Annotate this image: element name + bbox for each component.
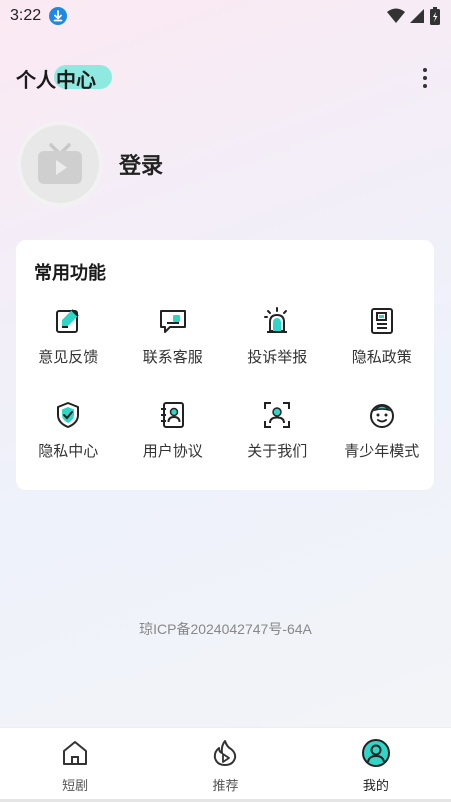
feature-privacy-center[interactable]: 隐私中心 <box>16 394 121 472</box>
feature-label: 用户协议 <box>142 442 203 460</box>
status-time: 3:22 <box>10 7 42 24</box>
page-header: 个人中心 <box>16 58 435 98</box>
feature-label: 投诉举报 <box>247 348 308 366</box>
user-circle-icon <box>361 739 390 767</box>
feature-feedback[interactable]: 意见反馈 <box>16 300 121 378</box>
page-title: 个人中心 <box>16 67 96 92</box>
tab-label: 推荐 <box>212 779 239 794</box>
contact-book-icon <box>160 402 184 428</box>
feature-customer-service[interactable]: 联系客服 <box>121 300 226 378</box>
child-face-icon <box>369 404 394 428</box>
feature-label: 青少年模式 <box>344 442 420 460</box>
battery-icon <box>430 7 440 25</box>
document-icon <box>370 308 393 334</box>
feature-label: 意见反馈 <box>38 348 99 366</box>
feature-privacy-policy[interactable]: 隐私政策 <box>330 300 435 378</box>
tab-label: 短剧 <box>62 779 89 794</box>
feature-about-us[interactable]: 关于我们 <box>225 394 330 472</box>
icp-license: 琼ICP备2024042747号-64A <box>139 621 312 637</box>
card-title: 常用功能 <box>34 263 106 284</box>
common-features-card: 常用功能 意见反馈 联系客服 投诉举报 隐私政策 隐私中心 用户协议 关于我们 … <box>16 240 434 490</box>
wifi-icon <box>387 8 405 23</box>
edit-feedback-icon <box>56 309 79 333</box>
chat-service-icon <box>159 310 186 333</box>
feature-label: 隐私中心 <box>38 442 99 460</box>
face-scan-icon <box>264 402 291 428</box>
feature-label: 联系客服 <box>142 348 203 366</box>
flame-play-icon <box>214 740 237 766</box>
status-bar: 3:22 <box>0 0 451 32</box>
feature-user-agreement[interactable]: 用户协议 <box>121 394 226 472</box>
feature-label: 关于我们 <box>247 442 308 460</box>
bottom-tab-bar: 短剧 推荐 我的 <box>0 727 451 802</box>
status-icons <box>387 7 441 25</box>
tv-play-icon <box>38 143 82 184</box>
feature-complaint-report[interactable]: 投诉举报 <box>225 300 330 378</box>
home-icon <box>63 741 88 765</box>
feature-teen-mode[interactable]: 青少年模式 <box>330 394 435 472</box>
features-grid: 意见反馈 联系客服 投诉举报 隐私政策 隐私中心 用户协议 关于我们 青少年模式 <box>16 300 434 472</box>
alarm-report-icon <box>264 307 288 333</box>
tab-label: 我的 <box>362 779 389 794</box>
avatar[interactable] <box>17 121 103 207</box>
login-button[interactable]: 登录 <box>119 148 163 180</box>
tab-mine[interactable]: 我的 <box>301 728 451 802</box>
shield-check-icon <box>57 402 80 428</box>
more-options-button[interactable] <box>415 64 435 92</box>
more-vertical-icon <box>423 68 427 72</box>
feature-label: 隐私政策 <box>351 348 412 366</box>
signal-icon <box>410 9 424 23</box>
profile-section[interactable]: 登录 <box>17 121 163 207</box>
tab-short-drama[interactable]: 短剧 <box>0 728 150 802</box>
tab-recommend[interactable]: 推荐 <box>150 728 300 802</box>
download-icon <box>49 7 68 25</box>
